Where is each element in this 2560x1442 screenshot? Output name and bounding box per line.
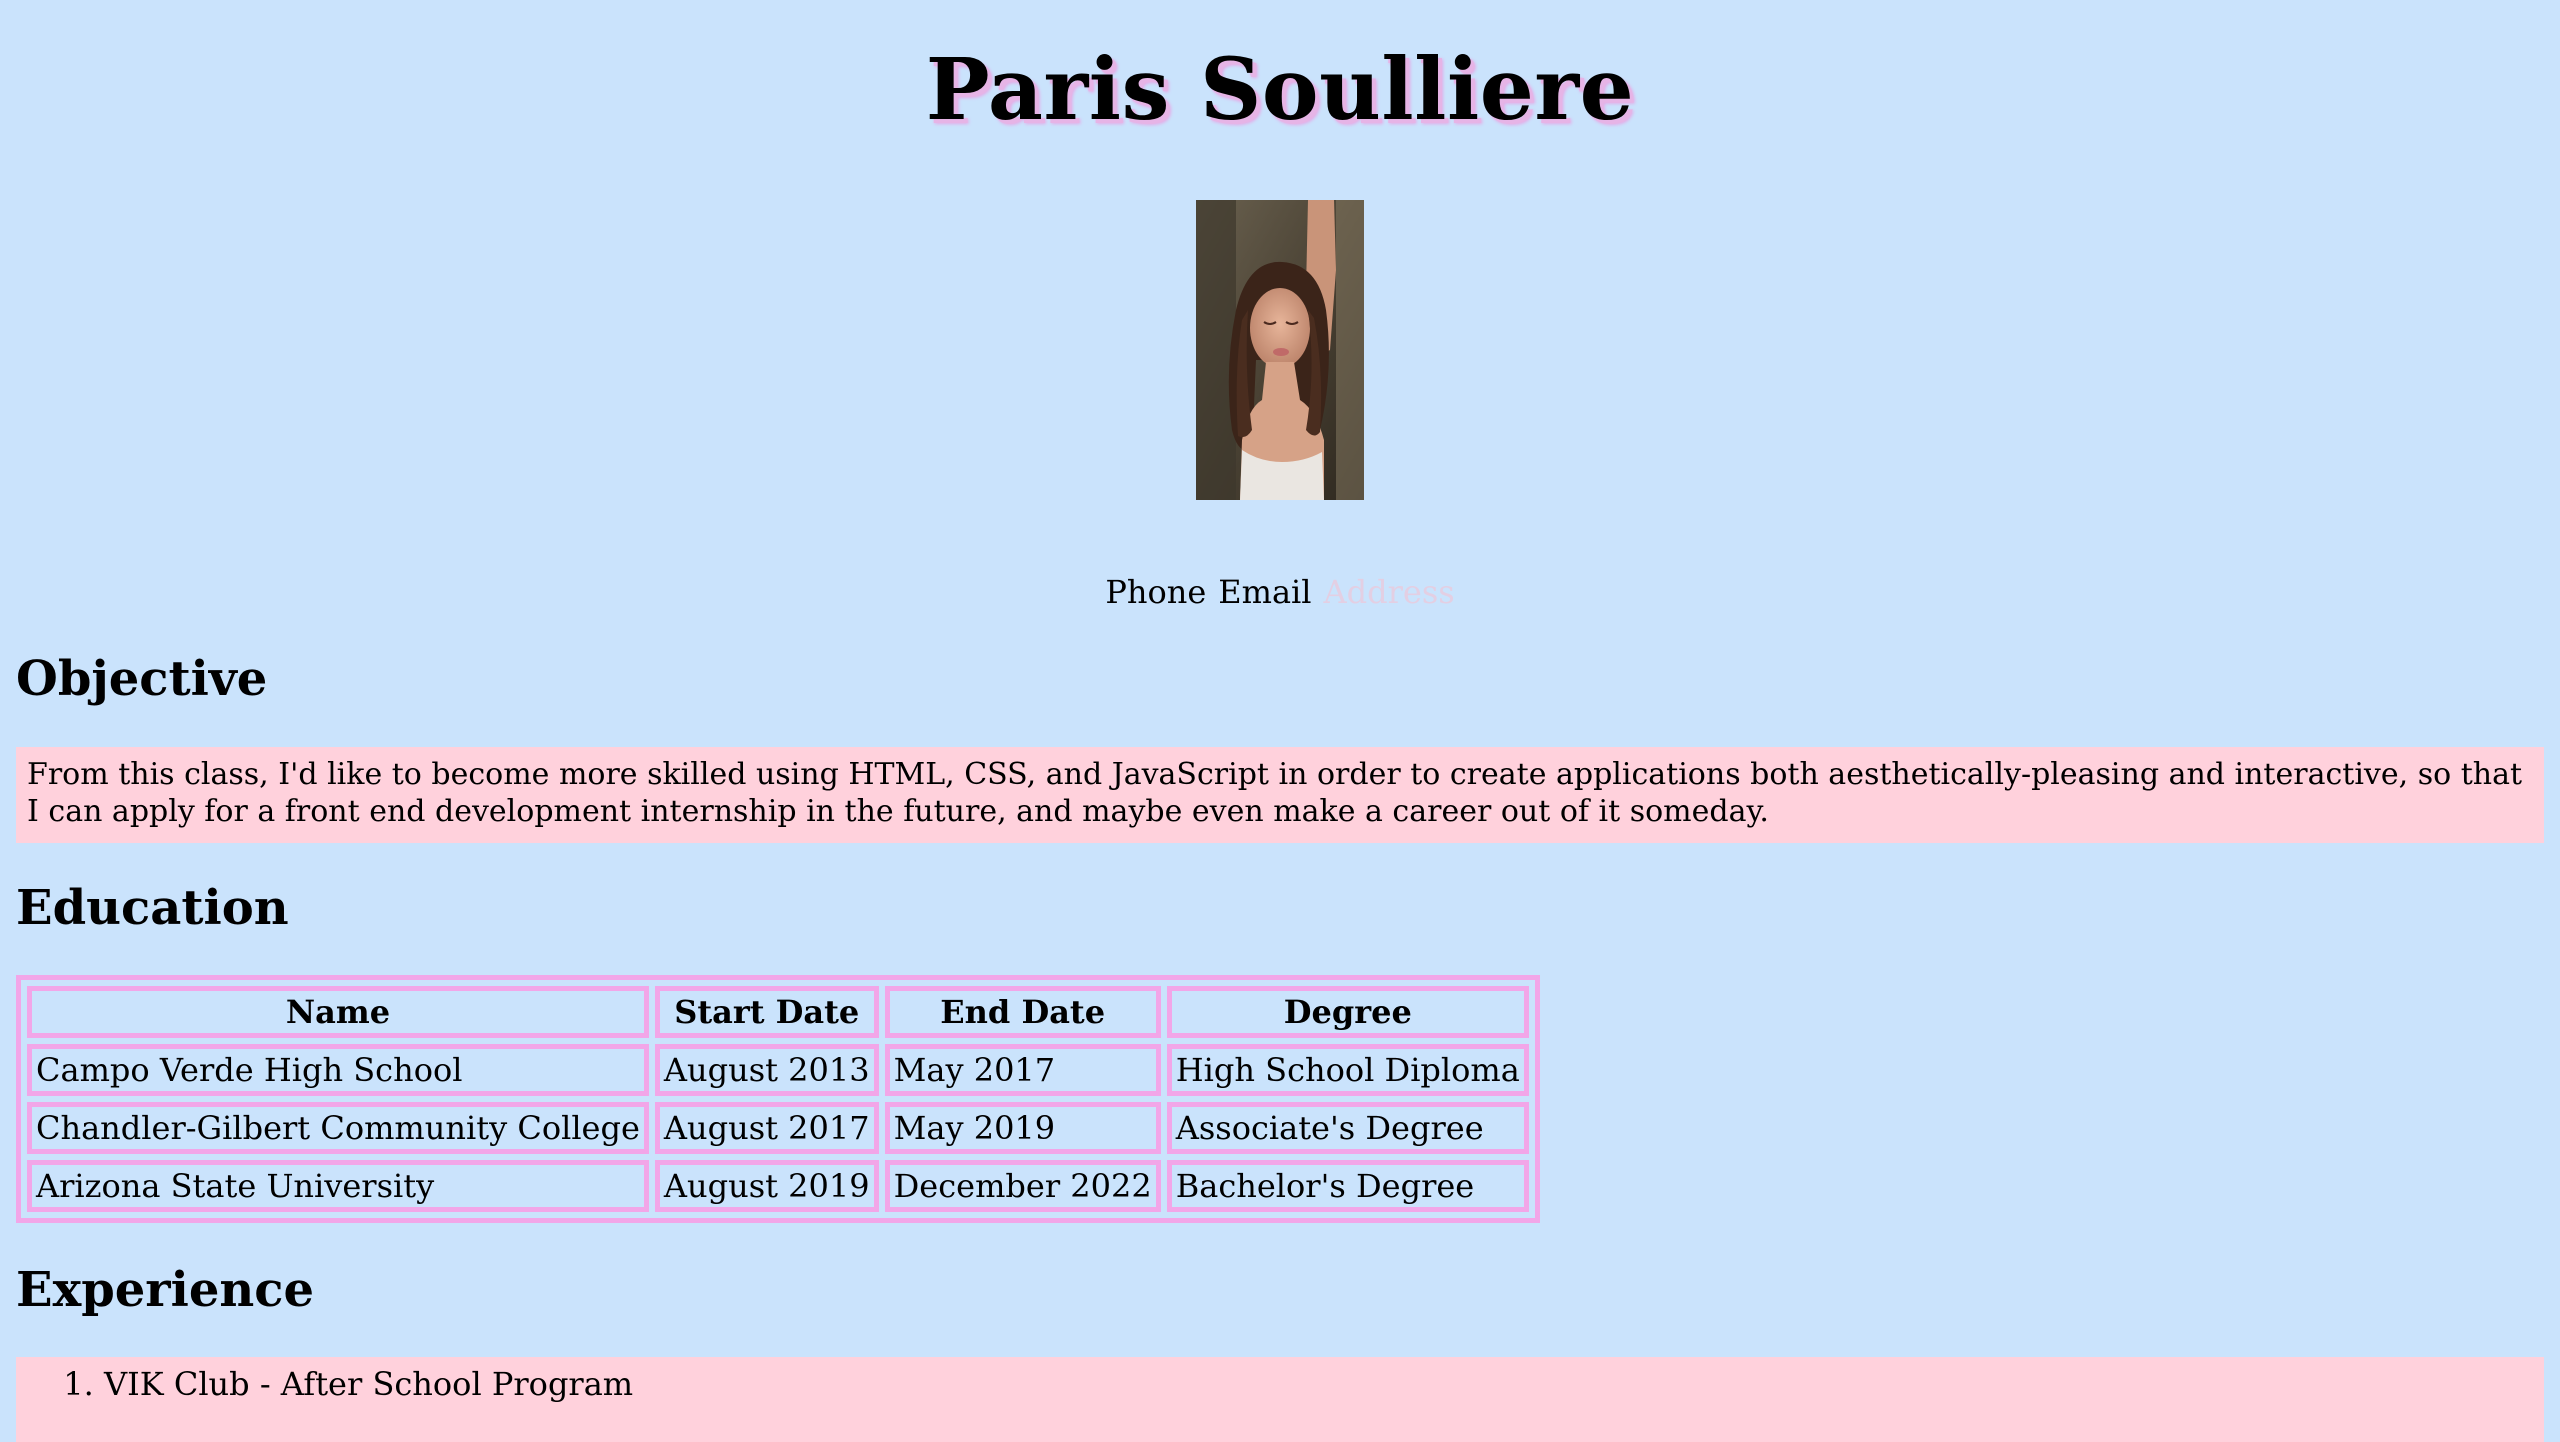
table-cell: May 2019 <box>884 1102 1161 1154</box>
education-table: Name Start Date End Date Degree Campo Ve… <box>16 975 1540 1223</box>
table-row: Campo Verde High School August 2013 May … <box>27 1044 1529 1096</box>
page-title: Paris Soulliere <box>925 40 1635 140</box>
table-cell: Arizona State University <box>27 1160 649 1212</box>
email-link[interactable]: Email <box>1218 573 1311 611</box>
table-cell: Campo Verde High School <box>27 1044 649 1096</box>
address-link[interactable]: Address <box>1324 573 1455 611</box>
column-header-name: Name <box>27 986 649 1038</box>
phone-link[interactable]: Phone <box>1105 573 1206 611</box>
contact-links: Phone Email Address <box>0 573 2560 611</box>
experience-list: VIK Club - After School Program <box>16 1365 2544 1403</box>
objective-text: From this class, I'd like to become more… <box>16 747 2544 843</box>
table-row: Arizona State University August 2019 Dec… <box>27 1160 1529 1212</box>
table-cell: August 2019 <box>654 1160 879 1212</box>
column-header-degree: Degree <box>1166 986 1529 1038</box>
column-header-end-date: End Date <box>884 986 1161 1038</box>
experience-heading: Experience <box>16 1262 315 1318</box>
table-cell: High School Diploma <box>1166 1044 1529 1096</box>
list-item: VIK Club - After School Program <box>104 1365 2544 1403</box>
table-cell: Associate's Degree <box>1166 1102 1529 1154</box>
table-header-row: Name Start Date End Date Degree <box>27 986 1529 1038</box>
column-header-start-date: Start Date <box>654 986 879 1038</box>
table-cell: May 2017 <box>884 1044 1161 1096</box>
table-cell: August 2017 <box>654 1102 879 1154</box>
education-heading: Education <box>16 880 289 936</box>
resume-page: Paris Soulliere Phone Email Address Obje… <box>0 0 2560 1442</box>
profile-photo <box>1196 200 1364 500</box>
experience-list-box: VIK Club - After School Program <box>16 1357 2544 1442</box>
objective-heading: Objective <box>16 651 268 707</box>
table-row: Chandler-Gilbert Community College Augus… <box>27 1102 1529 1154</box>
table-cell: December 2022 <box>884 1160 1161 1212</box>
table-cell: August 2013 <box>654 1044 879 1096</box>
table-cell: Bachelor's Degree <box>1166 1160 1529 1212</box>
table-cell: Chandler-Gilbert Community College <box>27 1102 649 1154</box>
